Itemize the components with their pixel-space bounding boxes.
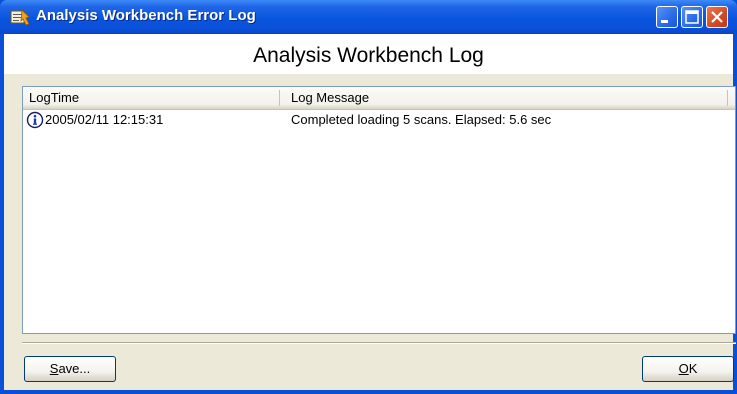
save-button[interactable]: Save... <box>24 356 116 382</box>
column-divider[interactable] <box>279 90 280 106</box>
error-log-window: Analysis Workbench Error Log Analysis Wo… <box>0 0 737 394</box>
minimize-icon <box>661 20 668 23</box>
ok-label: K <box>688 361 698 376</box>
info-icon <box>26 111 44 129</box>
ok-button[interactable]: OK <box>642 356 734 382</box>
header-panel: Analysis Workbench Log <box>4 34 733 74</box>
maximize-button[interactable] <box>681 6 703 28</box>
log-heading: Analysis Workbench Log <box>253 44 484 67</box>
ok-mnemonic: O <box>678 361 689 376</box>
log-message-cell: Completed loading 5 scans. Elapsed: 5.6 … <box>291 112 552 127</box>
window-title: Analysis Workbench Error Log <box>36 7 256 24</box>
minimize-button[interactable] <box>656 6 678 28</box>
column-divider[interactable] <box>727 90 728 106</box>
close-button[interactable] <box>706 6 728 28</box>
dialog-client-area: Analysis Workbench Log LogTime Log Messa… <box>4 34 736 390</box>
app-icon <box>10 8 30 26</box>
column-header-row: LogTime Log Message <box>23 87 735 110</box>
column-header-log-message[interactable]: Log Message <box>285 87 725 109</box>
log-row[interactable]: 2005/02/11 12:15:31 Completed loading 5 … <box>23 111 735 129</box>
save-label: ave... <box>58 361 91 376</box>
footer-divider <box>22 342 736 344</box>
log-list-view[interactable]: LogTime Log Message 2005/02/11 12:15:31 … <box>22 86 736 334</box>
close-icon <box>711 11 723 23</box>
column-header-logtime[interactable]: LogTime <box>23 87 279 109</box>
log-time-cell: 2005/02/11 12:15:31 <box>45 112 164 127</box>
maximize-icon <box>685 10 699 24</box>
title-bar[interactable]: Analysis Workbench Error Log <box>0 0 737 34</box>
